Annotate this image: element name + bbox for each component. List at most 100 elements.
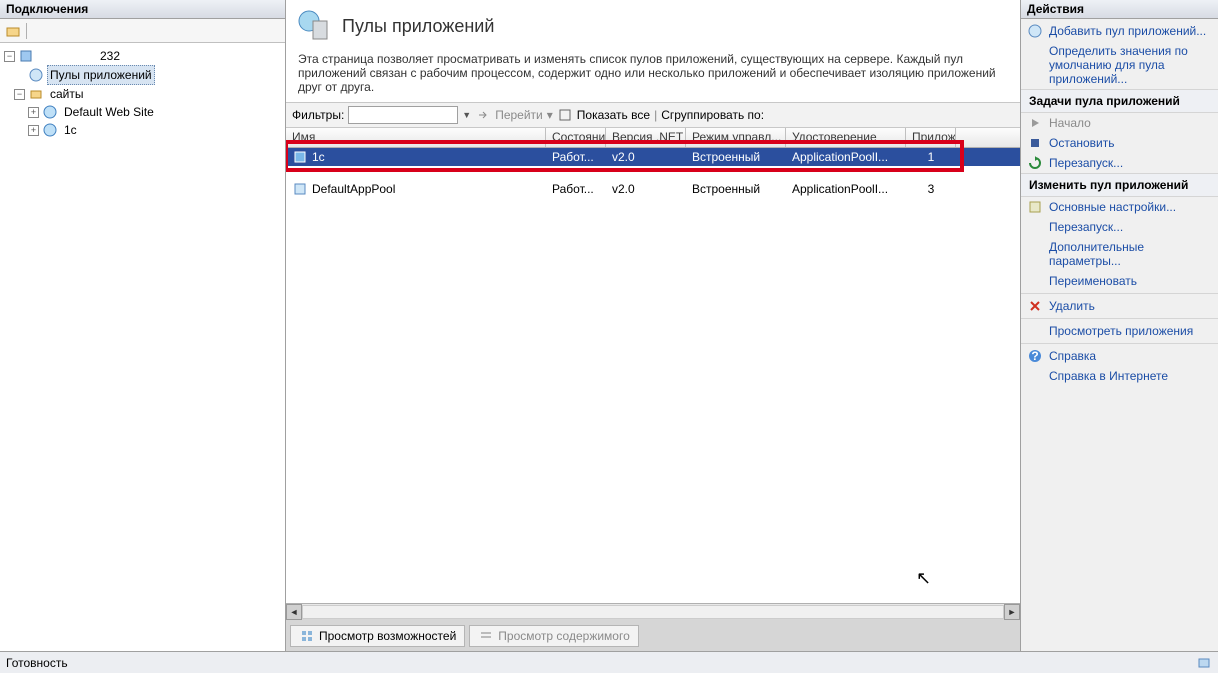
add-icon bbox=[1027, 23, 1043, 39]
group-pool-tasks: Задачи пула приложений bbox=[1021, 89, 1218, 113]
action-help[interactable]: ? Справка bbox=[1021, 346, 1218, 366]
action-delete[interactable]: Удалить bbox=[1021, 296, 1218, 316]
show-all-icon[interactable] bbox=[557, 107, 573, 123]
svg-text:?: ? bbox=[1031, 349, 1038, 363]
group-edit-pool: Изменить пул приложений bbox=[1021, 173, 1218, 197]
separator bbox=[1021, 293, 1218, 294]
play-icon bbox=[1027, 115, 1043, 131]
action-start[interactable]: Начало bbox=[1021, 113, 1218, 133]
server-label: 232 bbox=[97, 47, 123, 65]
sites-label: сайты bbox=[47, 85, 87, 103]
stop-icon bbox=[1027, 135, 1043, 151]
collapse-icon[interactable]: − bbox=[4, 51, 15, 62]
view-tabs: Просмотр возможностей Просмотр содержимо… bbox=[286, 619, 1020, 651]
col-version[interactable]: Версия .NET bbox=[606, 128, 686, 147]
features-view-label: Просмотр возможностей bbox=[319, 629, 456, 643]
col-state[interactable]: Состояние bbox=[546, 128, 606, 147]
site-1c-label: 1c bbox=[61, 121, 80, 139]
pool-identity: ApplicationPoolI... bbox=[786, 182, 906, 196]
pool-name: 1c bbox=[312, 150, 325, 164]
config-scope-icon[interactable] bbox=[1196, 655, 1212, 671]
globe-icon bbox=[42, 122, 58, 138]
go-icon[interactable] bbox=[475, 107, 491, 123]
pool-apps: 1 bbox=[906, 150, 956, 164]
column-headers: Имя Состояние Версия .NET Режим управл..… bbox=[286, 128, 1020, 148]
separator bbox=[1021, 343, 1218, 344]
actions-title: Действия bbox=[1021, 0, 1218, 19]
connections-title: Подключения bbox=[0, 0, 285, 19]
tree-default-site[interactable]: + Default Web Site bbox=[4, 103, 285, 121]
tree-sites[interactable]: − сайты bbox=[4, 85, 285, 103]
pool-name: DefaultAppPool bbox=[312, 182, 395, 196]
connections-toolbar bbox=[0, 19, 285, 43]
expand-icon[interactable]: + bbox=[28, 125, 39, 136]
pool-icon bbox=[292, 149, 308, 165]
col-apps[interactable]: Приложения bbox=[906, 128, 956, 147]
pool-icon bbox=[292, 181, 308, 197]
expand-icon[interactable]: + bbox=[28, 107, 39, 118]
separator bbox=[1021, 318, 1218, 319]
go-label[interactable]: Перейти bbox=[495, 108, 543, 122]
group-by-label: Сгруппировать по: bbox=[661, 108, 764, 122]
scroll-left-icon[interactable]: ◄ bbox=[286, 604, 302, 620]
tree-site-1c[interactable]: + 1c bbox=[4, 121, 285, 139]
status-bar: Готовность bbox=[0, 651, 1218, 673]
center-panel: Пулы приложений Эта страница позволяет п… bbox=[286, 0, 1020, 651]
action-help-online[interactable]: Справка в Интернете bbox=[1021, 366, 1218, 386]
separator: | bbox=[654, 108, 657, 122]
action-rename[interactable]: Переименовать bbox=[1021, 271, 1218, 291]
action-set-defaults[interactable]: Определить значения по умолчанию для пул… bbox=[1021, 41, 1218, 89]
help-icon: ? bbox=[1027, 348, 1043, 364]
content-view-tab[interactable]: Просмотр содержимого bbox=[469, 625, 638, 647]
tree-app-pools[interactable]: Пулы приложений bbox=[4, 65, 285, 85]
pool-identity: ApplicationPoolI... bbox=[786, 150, 906, 164]
action-add-pool[interactable]: Добавить пул приложений... bbox=[1021, 21, 1218, 41]
pool-state: Работ... bbox=[546, 182, 606, 196]
app-pools-label: Пулы приложений bbox=[47, 65, 155, 85]
pool-version: v2.0 bbox=[606, 150, 686, 164]
col-mode[interactable]: Режим управл... bbox=[686, 128, 786, 147]
tree-server[interactable]: − 232 bbox=[4, 47, 285, 65]
pool-row-default[interactable]: DefaultAppPool Работ... v2.0 Встроенный … bbox=[286, 180, 1020, 198]
dropdown-icon[interactable]: ▼ bbox=[462, 110, 471, 120]
horizontal-scrollbar[interactable]: ◄ ► bbox=[286, 603, 1020, 619]
action-advanced[interactable]: Дополнительные параметры... bbox=[1021, 237, 1218, 271]
scroll-track[interactable] bbox=[302, 605, 1004, 619]
pool-row-1c[interactable]: 1c Работ... v2.0 Встроенный ApplicationP… bbox=[286, 148, 1020, 166]
separator bbox=[26, 23, 27, 39]
default-site-label: Default Web Site bbox=[61, 103, 157, 121]
filter-input[interactable] bbox=[348, 106, 458, 124]
features-icon bbox=[299, 628, 315, 644]
page-title: Пулы приложений bbox=[342, 16, 494, 37]
action-view-apps[interactable]: Просмотреть приложения bbox=[1021, 321, 1218, 341]
action-restart2[interactable]: Перезапуск... bbox=[1021, 217, 1218, 237]
page-description: Эта страница позволяет просматривать и и… bbox=[286, 46, 1020, 102]
features-view-tab[interactable]: Просмотр возможностей bbox=[290, 625, 465, 647]
col-name[interactable]: Имя bbox=[286, 128, 546, 147]
page-header: Пулы приложений bbox=[286, 0, 1020, 46]
scroll-right-icon[interactable]: ► bbox=[1004, 604, 1020, 620]
action-restart[interactable]: Перезапуск... bbox=[1021, 153, 1218, 173]
connect-icon[interactable] bbox=[4, 22, 22, 40]
action-stop[interactable]: Остановить bbox=[1021, 133, 1218, 153]
pool-mode: Встроенный bbox=[686, 182, 786, 196]
separator: ▾ bbox=[547, 108, 553, 122]
recycle-icon bbox=[1027, 155, 1043, 171]
filter-bar: Фильтры: ▼ Перейти ▾ Показать все | Сгру… bbox=[286, 102, 1020, 128]
content-view-label: Просмотр содержимого bbox=[498, 629, 629, 643]
delete-icon bbox=[1027, 298, 1043, 314]
connections-panel: Подключения − 232 Пулы приложений − bbox=[0, 0, 286, 651]
filter-label: Фильтры: bbox=[292, 108, 344, 122]
pools-table: Имя Состояние Версия .NET Режим управл..… bbox=[286, 128, 1020, 603]
sites-icon bbox=[28, 86, 44, 102]
pool-mode: Встроенный bbox=[686, 150, 786, 164]
action-basic-settings[interactable]: Основные настройки... bbox=[1021, 197, 1218, 217]
app-pools-icon bbox=[28, 67, 44, 83]
col-identity[interactable]: Удостоверение bbox=[786, 128, 906, 147]
connections-tree: − 232 Пулы приложений − сайты + Default … bbox=[0, 43, 285, 651]
show-all-label[interactable]: Показать все bbox=[577, 108, 650, 122]
server-icon bbox=[18, 48, 34, 64]
app-pools-page-icon bbox=[296, 8, 332, 44]
pool-version: v2.0 bbox=[606, 182, 686, 196]
collapse-icon[interactable]: − bbox=[14, 89, 25, 100]
